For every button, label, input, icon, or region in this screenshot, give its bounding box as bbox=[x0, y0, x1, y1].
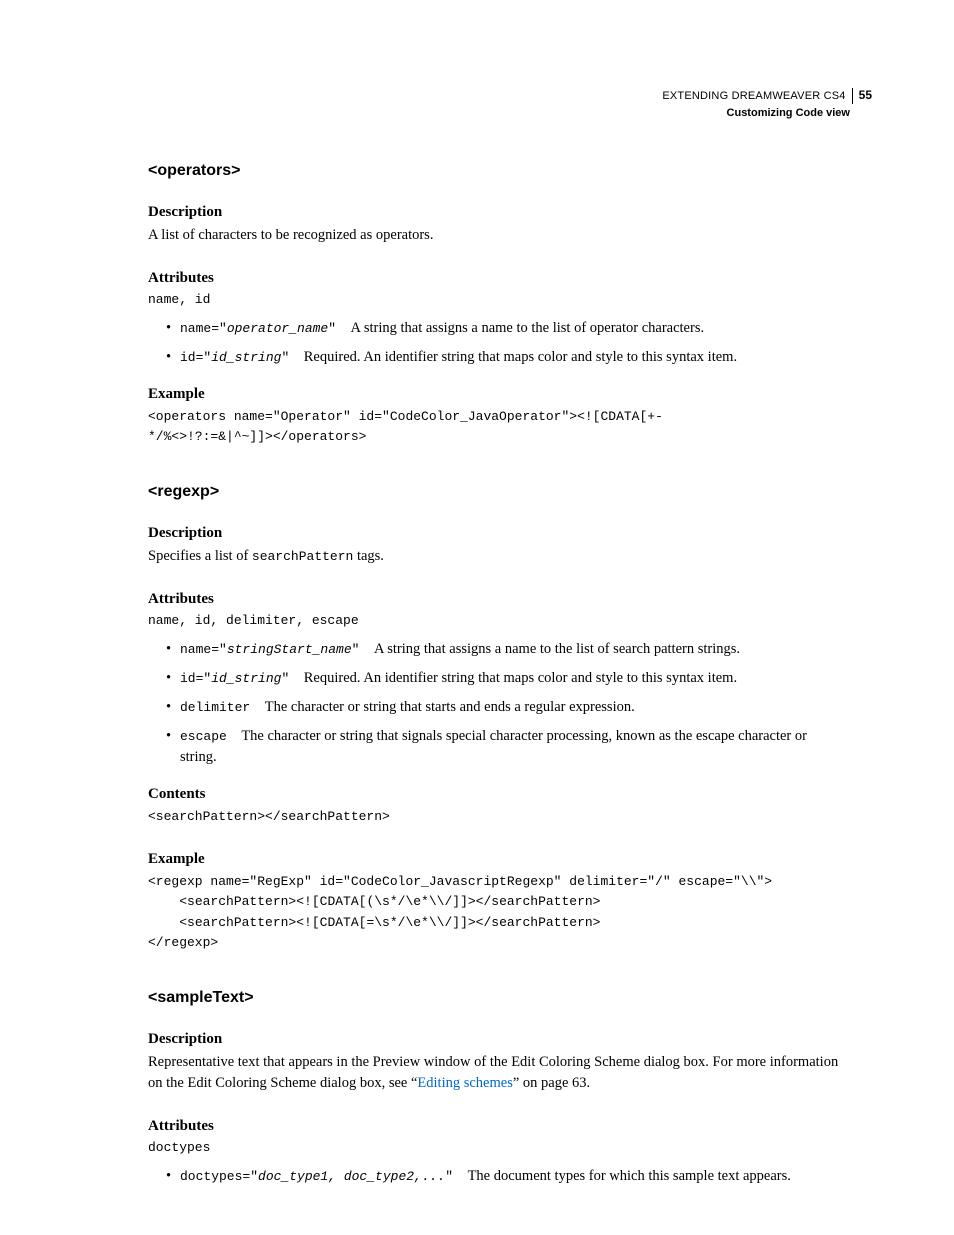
example-code: <operators name="Operator" id="CodeColor… bbox=[148, 407, 844, 447]
attr-desc: The character or string that starts and … bbox=[265, 699, 635, 715]
description-text: Specifies a list of searchPattern tags. bbox=[148, 546, 844, 567]
attribute-bullets: doctypes="doc_type1, doc_type2,..." The … bbox=[148, 1166, 844, 1187]
list-item: id="id_string" Required. An identifier s… bbox=[166, 668, 844, 689]
attr-code: escape bbox=[180, 729, 227, 744]
attr-code: delimiter bbox=[180, 700, 250, 715]
attribute-bullets: name="operator_name" A string that assig… bbox=[148, 318, 844, 368]
description-text: Representative text that appears in the … bbox=[148, 1052, 844, 1094]
attr-code: id="id_string" bbox=[180, 350, 289, 365]
attr-desc: Required. An identifier string that maps… bbox=[304, 670, 737, 686]
attr-code: id="id_string" bbox=[180, 671, 289, 686]
description-text: A list of characters to be recognized as… bbox=[148, 225, 844, 246]
attributes-list: name, id bbox=[148, 291, 844, 310]
attr-desc: A string that assigns a name to the list… bbox=[374, 641, 740, 657]
page: EXTENDING DREAMWEAVER CS4 55 Customizing… bbox=[0, 0, 954, 1235]
attr-code: doctypes="doc_type1, doc_type2,..." bbox=[180, 1169, 453, 1184]
attr-desc: Required. An identifier string that maps… bbox=[304, 349, 737, 365]
subheading-description: Description bbox=[148, 1031, 844, 1048]
attribute-bullets: name="stringStart_name" A string that as… bbox=[148, 639, 844, 768]
subheading-description: Description bbox=[148, 525, 844, 542]
list-item: escape The character or string that sign… bbox=[166, 726, 844, 768]
subheading-attributes: Attributes bbox=[148, 591, 844, 608]
page-header: EXTENDING DREAMWEAVER CS4 55 Customizing… bbox=[662, 88, 872, 120]
list-item: id="id_string" Required. An identifier s… bbox=[166, 347, 844, 368]
subheading-contents: Contents bbox=[148, 786, 844, 803]
list-item: delimiter The character or string that s… bbox=[166, 697, 844, 718]
subheading-description: Description bbox=[148, 204, 844, 221]
link-editing-schemes[interactable]: Editing schemes bbox=[417, 1075, 512, 1091]
section-heading-sampletext: <sampleText> bbox=[148, 989, 844, 1007]
attr-code: name="operator_name" bbox=[180, 321, 336, 336]
section-heading-operators: <operators> bbox=[148, 162, 844, 180]
header-subtitle: Customizing Code view bbox=[662, 106, 850, 120]
list-item: doctypes="doc_type1, doc_type2,..." The … bbox=[166, 1166, 844, 1187]
subheading-attributes: Attributes bbox=[148, 270, 844, 287]
attr-desc: A string that assigns a name to the list… bbox=[351, 320, 705, 336]
attr-code: name="stringStart_name" bbox=[180, 642, 359, 657]
header-page-number: 55 bbox=[859, 88, 872, 104]
list-item: name="stringStart_name" A string that as… bbox=[166, 639, 844, 660]
header-separator bbox=[852, 88, 853, 104]
attr-desc: The character or string that signals spe… bbox=[180, 728, 807, 765]
attr-desc: The document types for which this sample… bbox=[468, 1168, 791, 1184]
contents-code: <searchPattern></searchPattern> bbox=[148, 807, 844, 827]
subheading-attributes: Attributes bbox=[148, 1118, 844, 1135]
example-code: <regexp name="RegExp" id="CodeColor_Java… bbox=[148, 872, 844, 953]
attributes-list: doctypes bbox=[148, 1139, 844, 1158]
subheading-example: Example bbox=[148, 386, 844, 403]
list-item: name="operator_name" A string that assig… bbox=[166, 318, 844, 339]
content: <operators> Description A list of charac… bbox=[148, 88, 844, 1187]
subheading-example: Example bbox=[148, 851, 844, 868]
section-heading-regexp: <regexp> bbox=[148, 483, 844, 501]
header-title: EXTENDING DREAMWEAVER CS4 bbox=[662, 89, 845, 103]
attributes-list: name, id, delimiter, escape bbox=[148, 612, 844, 631]
